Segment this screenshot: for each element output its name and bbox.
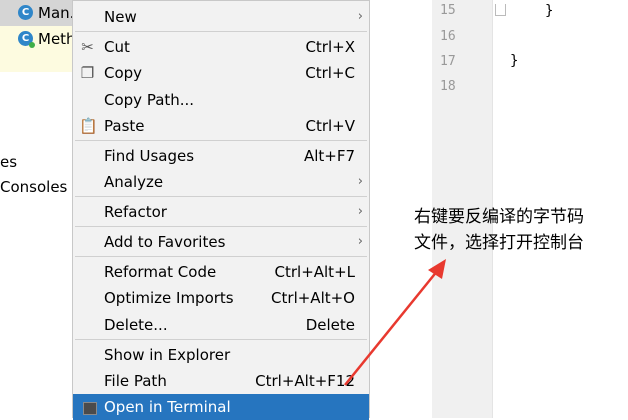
annotation-arrow <box>344 259 446 386</box>
arrow-line <box>344 269 439 386</box>
arrow-head-icon <box>428 259 446 279</box>
